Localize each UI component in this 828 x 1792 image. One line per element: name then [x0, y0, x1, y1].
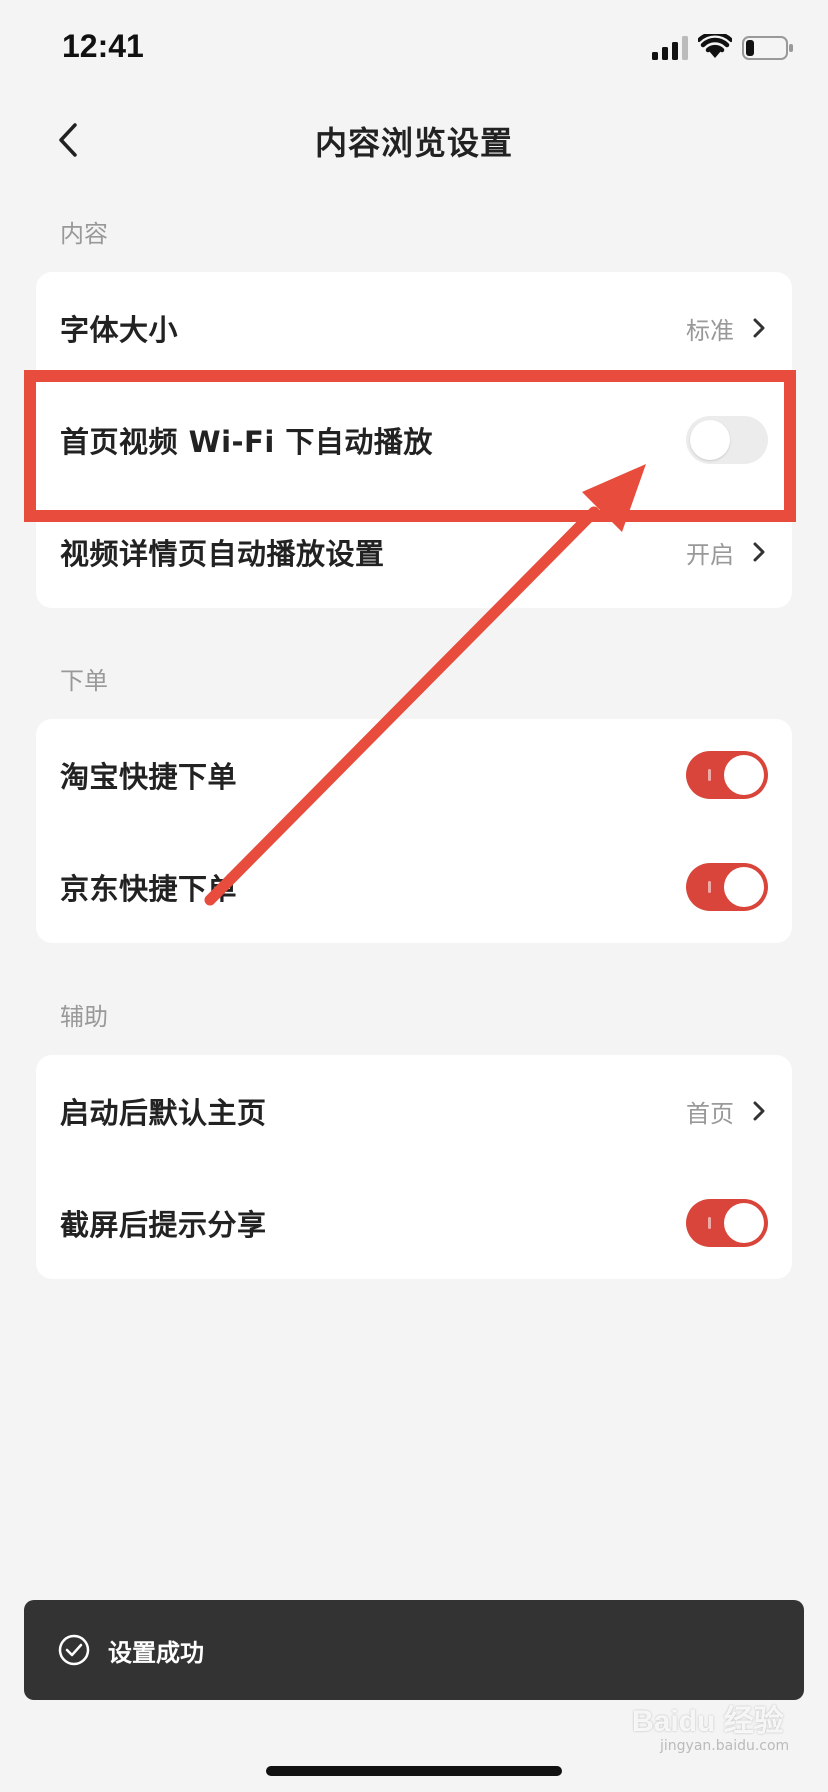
home-indicator [266, 1766, 562, 1776]
baidu-watermark-url: jingyan.baidu.com [660, 1738, 790, 1754]
toast-message: 设置成功 [108, 1638, 204, 1667]
toast: 设置成功 [24, 1600, 804, 1700]
annotation-arrow-icon [204, 464, 646, 906]
screen: 12:41 内容浏览设置 内容 字体大小 标准 首页视频 Wi-Fi 下自动播放… [0, 0, 828, 1792]
check-circle-icon [58, 1634, 90, 1666]
baidu-watermark: Baidu 经验 [632, 1705, 784, 1738]
